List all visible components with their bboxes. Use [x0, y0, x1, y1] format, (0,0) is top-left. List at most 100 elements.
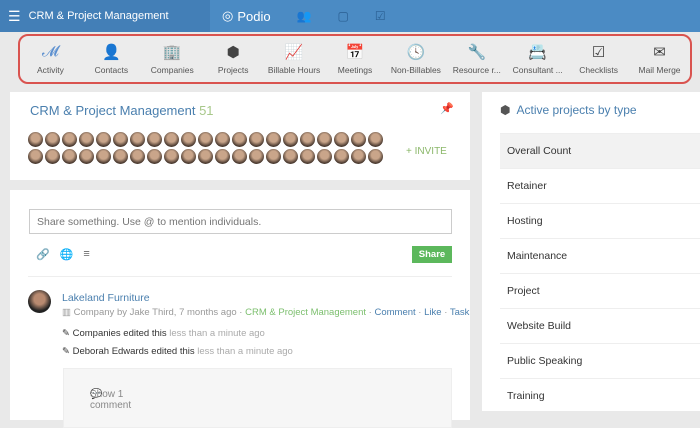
- member-avatar[interactable]: [266, 132, 281, 147]
- project-type-item[interactable]: Retainer: [500, 168, 700, 203]
- workspace-name: CRM & Project Management: [28, 10, 169, 22]
- podio-logo[interactable]: ◎ Podio: [222, 8, 271, 24]
- member-avatar[interactable]: [164, 149, 179, 164]
- toolbar-item-activity[interactable]: 𝓜 Activity: [21, 43, 79, 75]
- companies-icon: 🏢: [162, 44, 182, 61]
- toolbar-label: Companies: [150, 65, 194, 75]
- question-icon[interactable]: ≡: [83, 248, 89, 261]
- member-avatar[interactable]: [113, 132, 128, 147]
- member-avatar[interactable]: [317, 149, 332, 164]
- toolbar-item-companies[interactable]: 🏢 Companies: [143, 43, 201, 75]
- project-type-item[interactable]: Website Build: [500, 308, 700, 343]
- member-avatar[interactable]: [198, 149, 213, 164]
- member-avatar[interactable]: [164, 132, 179, 147]
- toolbar-item-checklists[interactable]: ☑ Checklists: [570, 43, 628, 75]
- activity-card: 🔗 🌐 ≡ Share Lakeland Furniture ▥ Company b…: [10, 190, 470, 428]
- task-link[interactable]: Task: [450, 307, 470, 318]
- member-avatar[interactable]: [130, 149, 145, 164]
- clock-icon: 🕓: [406, 44, 426, 61]
- toolbar-item-resource-r[interactable]: 🔧 Resource r...: [448, 43, 506, 75]
- project-type-item[interactable]: Overall Count: [500, 133, 700, 168]
- member-avatar[interactable]: [79, 149, 94, 164]
- avatar[interactable]: [28, 290, 51, 313]
- pin-icon[interactable]: 📌: [440, 102, 454, 115]
- member-avatar[interactable]: [198, 132, 213, 147]
- toolbar-item-contacts[interactable]: 👤 Contacts: [82, 43, 140, 75]
- member-avatar[interactable]: [334, 149, 349, 164]
- toolbar-label: Non-Billables: [390, 65, 441, 75]
- comments-box: 💬 Show 1 comment: [63, 368, 452, 428]
- member-avatar[interactable]: [28, 132, 43, 147]
- member-avatar[interactable]: [232, 149, 247, 164]
- edit-entry: ✎ Deborah Edwards edited this less than …: [62, 346, 293, 357]
- member-avatar[interactable]: [317, 132, 332, 147]
- workspace-link[interactable]: CRM & Project Management: [245, 307, 366, 318]
- member-avatar[interactable]: [28, 149, 43, 164]
- member-avatar[interactable]: [147, 149, 162, 164]
- member-avatar[interactable]: [79, 132, 94, 147]
- share-button[interactable]: Share: [412, 246, 452, 263]
- member-avatar[interactable]: [334, 132, 349, 147]
- member-avatar[interactable]: [351, 132, 366, 147]
- by-label: by: [116, 307, 127, 318]
- contact-book-icon: 📇: [528, 44, 548, 61]
- top-bar: ☰ CRM & Project Management ◎ Podio 👥 ▢ ☑: [0, 0, 700, 32]
- member-avatar[interactable]: [215, 132, 230, 147]
- item-type: Company: [73, 307, 115, 318]
- member-avatar[interactable]: [249, 149, 264, 164]
- tasks-nav-icon[interactable]: ☑: [375, 9, 386, 23]
- author[interactable]: Jake Third, 7 months ago: [130, 307, 237, 318]
- brand-name: Podio: [237, 8, 271, 24]
- podio-logo-icon: ◎: [222, 8, 234, 23]
- toolbar-label: Contacts: [94, 65, 129, 75]
- toolbar-item-billable-hours[interactable]: 📈 Billable Hours: [265, 43, 323, 75]
- member-avatar[interactable]: [232, 132, 247, 147]
- member-avatar[interactable]: [266, 149, 281, 164]
- member-avatar[interactable]: [351, 149, 366, 164]
- contacts-nav-icon[interactable]: 👥: [297, 9, 312, 23]
- project-type-item[interactable]: Project: [500, 273, 700, 308]
- project-type-item[interactable]: Hosting: [500, 203, 700, 238]
- feed-item-title[interactable]: Lakeland Furniture: [62, 292, 150, 304]
- member-avatar[interactable]: [45, 132, 60, 147]
- member-avatar[interactable]: [181, 149, 196, 164]
- member-avatar[interactable]: [147, 132, 162, 147]
- attach-icon[interactable]: 🔗: [36, 248, 50, 261]
- member-avatar[interactable]: [96, 149, 111, 164]
- checkbox-icon: ☑: [591, 44, 606, 61]
- member-avatar[interactable]: [181, 132, 196, 147]
- member-avatar[interactable]: [368, 132, 383, 147]
- workspace-switcher[interactable]: ☰ CRM & Project Management: [0, 0, 210, 32]
- comment-link[interactable]: Comment: [374, 307, 415, 318]
- member-avatar[interactable]: [215, 149, 230, 164]
- member-avatar[interactable]: [45, 149, 60, 164]
- member-avatar[interactable]: [113, 149, 128, 164]
- globe-icon[interactable]: 🌐: [60, 248, 74, 261]
- project-type-item[interactable]: Public Speaking: [500, 343, 700, 378]
- like-link[interactable]: Like: [424, 307, 441, 318]
- toolbar-item-non-billables[interactable]: 🕓 Non-Billables: [387, 43, 445, 75]
- calendar-nav-icon[interactable]: ▢: [338, 9, 349, 23]
- member-avatar[interactable]: [368, 149, 383, 164]
- toolbar-item-meetings[interactable]: 📅 Meetings: [326, 43, 384, 75]
- project-type-item[interactable]: Maintenance: [500, 238, 700, 273]
- workspace-title[interactable]: CRM & Project Management 51: [30, 103, 214, 118]
- edit-entry: ✎ Companies edited this less than a minu…: [62, 328, 265, 339]
- member-avatar[interactable]: [300, 132, 315, 147]
- member-avatar[interactable]: [283, 132, 298, 147]
- member-avatar[interactable]: [62, 149, 77, 164]
- menu-icon[interactable]: ☰: [8, 8, 21, 25]
- member-avatar[interactable]: [283, 149, 298, 164]
- member-avatar[interactable]: [130, 132, 145, 147]
- share-input[interactable]: [29, 209, 452, 234]
- member-avatar[interactable]: [249, 132, 264, 147]
- toolbar-item-projects[interactable]: ⬢ Projects: [204, 43, 262, 75]
- company-icon: ▥: [62, 307, 71, 318]
- member-avatar[interactable]: [62, 132, 77, 147]
- member-avatar[interactable]: [300, 149, 315, 164]
- toolbar-item-mail-merge[interactable]: ✉ Mail Merge: [631, 43, 689, 75]
- invite-button[interactable]: + INVITE: [406, 146, 447, 157]
- member-avatar[interactable]: [96, 132, 111, 147]
- toolbar-item-consultant[interactable]: 📇 Consultant ...: [509, 43, 567, 75]
- project-type-item[interactable]: Training: [500, 378, 700, 413]
